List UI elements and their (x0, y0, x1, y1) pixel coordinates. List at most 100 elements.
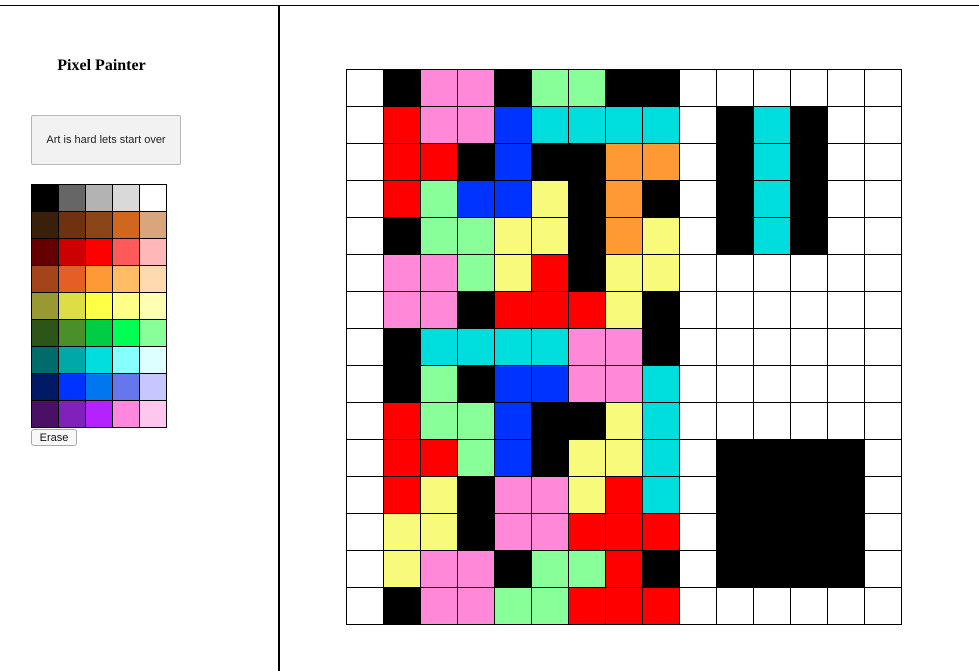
canvas-pixel[interactable] (791, 107, 828, 144)
canvas-pixel[interactable] (791, 218, 828, 255)
canvas-pixel[interactable] (865, 70, 902, 107)
canvas-pixel[interactable] (384, 292, 421, 329)
canvas-pixel[interactable] (754, 107, 791, 144)
palette-swatch[interactable] (86, 293, 113, 320)
canvas-pixel[interactable] (717, 255, 754, 292)
palette-swatch[interactable] (32, 239, 59, 266)
canvas-pixel[interactable] (384, 440, 421, 477)
canvas-pixel[interactable] (384, 329, 421, 366)
canvas-pixel[interactable] (717, 551, 754, 588)
canvas-pixel[interactable] (865, 107, 902, 144)
canvas-pixel[interactable] (791, 70, 828, 107)
canvas-pixel[interactable] (384, 144, 421, 181)
canvas-pixel[interactable] (680, 181, 717, 218)
palette-swatch[interactable] (113, 347, 140, 374)
canvas-pixel[interactable] (347, 292, 384, 329)
canvas-pixel[interactable] (384, 70, 421, 107)
canvas-pixel[interactable] (532, 107, 569, 144)
canvas-pixel[interactable] (791, 403, 828, 440)
canvas-pixel[interactable] (791, 477, 828, 514)
canvas-pixel[interactable] (680, 70, 717, 107)
canvas-pixel[interactable] (384, 403, 421, 440)
palette-swatch[interactable] (86, 374, 113, 401)
palette-swatch[interactable] (32, 374, 59, 401)
canvas-pixel[interactable] (754, 514, 791, 551)
canvas-pixel[interactable] (606, 366, 643, 403)
canvas-pixel[interactable] (717, 292, 754, 329)
palette-swatch[interactable] (32, 293, 59, 320)
canvas-pixel[interactable] (606, 70, 643, 107)
palette-swatch[interactable] (59, 212, 86, 239)
canvas-pixel[interactable] (828, 366, 865, 403)
palette-swatch[interactable] (140, 347, 167, 374)
canvas-pixel[interactable] (495, 551, 532, 588)
canvas-pixel[interactable] (865, 329, 902, 366)
canvas-pixel[interactable] (495, 107, 532, 144)
canvas-pixel[interactable] (754, 70, 791, 107)
canvas-pixel[interactable] (532, 440, 569, 477)
canvas-pixel[interactable] (384, 181, 421, 218)
canvas-pixel[interactable] (458, 144, 495, 181)
canvas-pixel[interactable] (569, 366, 606, 403)
palette-swatch[interactable] (113, 266, 140, 293)
canvas-pixel[interactable] (384, 477, 421, 514)
reset-button[interactable]: Art is hard lets start over (31, 115, 181, 165)
canvas-pixel[interactable] (754, 255, 791, 292)
palette-swatch[interactable] (59, 293, 86, 320)
canvas-pixel[interactable] (384, 588, 421, 625)
canvas-pixel[interactable] (717, 144, 754, 181)
palette-swatch[interactable] (140, 212, 167, 239)
canvas-pixel[interactable] (569, 329, 606, 366)
canvas-pixel[interactable] (828, 70, 865, 107)
canvas-pixel[interactable] (791, 181, 828, 218)
canvas-pixel[interactable] (495, 181, 532, 218)
canvas-pixel[interactable] (680, 477, 717, 514)
canvas-pixel[interactable] (495, 144, 532, 181)
canvas-pixel[interactable] (384, 514, 421, 551)
canvas-pixel[interactable] (421, 107, 458, 144)
canvas-pixel[interactable] (347, 588, 384, 625)
canvas-pixel[interactable] (754, 403, 791, 440)
canvas-pixel[interactable] (865, 403, 902, 440)
canvas-pixel[interactable] (347, 366, 384, 403)
canvas-pixel[interactable] (828, 218, 865, 255)
canvas-pixel[interactable] (458, 329, 495, 366)
canvas-pixel[interactable] (569, 107, 606, 144)
canvas-pixel[interactable] (606, 514, 643, 551)
canvas-pixel[interactable] (828, 329, 865, 366)
canvas-pixel[interactable] (495, 440, 532, 477)
canvas-pixel[interactable] (421, 218, 458, 255)
canvas-pixel[interactable] (458, 551, 495, 588)
canvas-pixel[interactable] (606, 255, 643, 292)
canvas-pixel[interactable] (532, 144, 569, 181)
canvas-pixel[interactable] (754, 218, 791, 255)
canvas-pixel[interactable] (643, 551, 680, 588)
canvas-pixel[interactable] (495, 588, 532, 625)
palette-swatch[interactable] (140, 320, 167, 347)
palette-swatch[interactable] (86, 401, 113, 428)
canvas-pixel[interactable] (754, 144, 791, 181)
canvas-pixel[interactable] (865, 551, 902, 588)
canvas-pixel[interactable] (791, 551, 828, 588)
canvas-pixel[interactable] (569, 218, 606, 255)
canvas-pixel[interactable] (791, 366, 828, 403)
canvas-pixel[interactable] (532, 403, 569, 440)
canvas-pixel[interactable] (643, 329, 680, 366)
palette-swatch[interactable] (113, 239, 140, 266)
palette-swatch[interactable] (113, 185, 140, 212)
canvas-pixel[interactable] (754, 551, 791, 588)
canvas-pixel[interactable] (828, 255, 865, 292)
canvas-pixel[interactable] (347, 218, 384, 255)
canvas-pixel[interactable] (532, 514, 569, 551)
canvas-pixel[interactable] (717, 477, 754, 514)
palette-swatch[interactable] (140, 266, 167, 293)
canvas-pixel[interactable] (421, 70, 458, 107)
canvas-pixel[interactable] (717, 181, 754, 218)
canvas-pixel[interactable] (680, 292, 717, 329)
canvas-pixel[interactable] (717, 440, 754, 477)
canvas-pixel[interactable] (532, 181, 569, 218)
canvas-pixel[interactable] (606, 588, 643, 625)
canvas-pixel[interactable] (458, 255, 495, 292)
canvas-pixel[interactable] (495, 218, 532, 255)
palette-swatch[interactable] (86, 320, 113, 347)
